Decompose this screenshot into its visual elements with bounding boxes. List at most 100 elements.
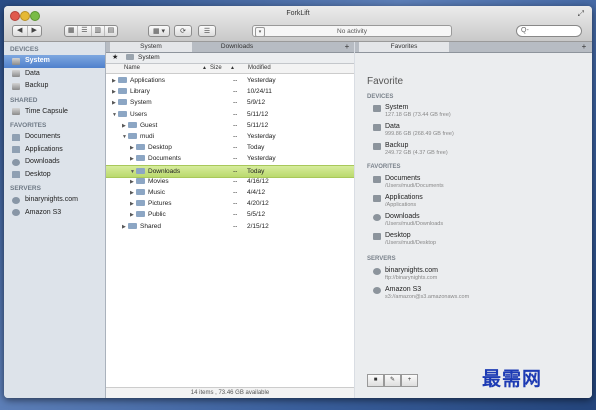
fav-item-name: Amazon S3: [385, 286, 422, 293]
file-size-cell: --: [233, 121, 238, 129]
table-row[interactable]: ▼ Users -- 5/11/12: [106, 109, 354, 120]
file-name-cell: ▶ Guest: [122, 120, 157, 132]
file-modified-cell: 10/24/11: [247, 88, 272, 96]
add-tab-button[interactable]: +: [342, 42, 352, 52]
star-icon[interactable]: ★: [112, 53, 118, 61]
disk-icon: [126, 54, 134, 60]
sidebar-item-amazon-s3[interactable]: Amazon S3: [4, 207, 105, 220]
coverflow-view-icon[interactable]: ▤: [105, 26, 117, 36]
sidebar-item-desktop[interactable]: Desktop: [4, 169, 105, 182]
file-modified-cell: 5/5/12: [247, 211, 266, 219]
fav-item-downloads[interactable]: Downloads/Users/mudi/Downloads: [373, 213, 573, 227]
file-name-label: Guest: [140, 121, 158, 129]
table-row[interactable]: ▶ System -- 5/9/12: [106, 97, 354, 108]
activity-status: No activity: [337, 28, 367, 35]
sync-button[interactable]: ⟳: [174, 25, 192, 37]
file-size-cell: --: [233, 88, 238, 96]
file-modified-cell: 4/20/12: [247, 200, 269, 208]
file-modified-cell: Yesterday: [247, 133, 276, 140]
add-favorite-button[interactable]: +: [401, 374, 418, 387]
applications-icon: [373, 195, 381, 202]
list-view-icon[interactable]: ☰: [78, 26, 92, 36]
icon-view-icon[interactable]: ▦: [65, 26, 79, 36]
file-modified-cell: 2/15/12: [247, 222, 269, 230]
folder-icon: [118, 88, 127, 95]
sidebar-item-system[interactable]: System: [4, 55, 105, 68]
table-row[interactable]: ▶ Public -- 5/5/12: [106, 209, 354, 220]
folder-icon: [136, 189, 145, 195]
sidebar-header-shared: SHARED: [10, 96, 38, 104]
column-size[interactable]: Size: [210, 65, 222, 71]
info-button[interactable]: ☰: [198, 25, 216, 37]
file-name-cell: ▶ Applications: [112, 75, 165, 87]
fav-item-desktop[interactable]: Desktop/Users/mudi/Desktop: [373, 232, 573, 246]
fav-item-amazon-s3[interactable]: Amazon S3 s3://amazon@s3.amazonaws.com: [373, 286, 573, 300]
table-row[interactable]: ▶ Music -- 4/4/12: [106, 187, 354, 198]
sort-icon: ▲: [202, 65, 207, 71]
file-name-cell: ▶ Music: [130, 187, 165, 199]
folder-icon: [136, 200, 145, 207]
sidebar-item-time-capsule[interactable]: Time Capsule: [4, 106, 105, 119]
sidebar-item-label: Data: [25, 69, 40, 77]
file-modified-cell: Yesterday: [247, 155, 276, 163]
fav-item-backup[interactable]: Backup 249.72 GB (4.37 GB free): [373, 142, 573, 156]
table-row[interactable]: ▶ Applications -- Yesterday: [106, 75, 354, 86]
column-modified[interactable]: Modified: [248, 65, 271, 71]
fav-item-documents[interactable]: Documents/Users/mudi/Documents: [373, 175, 573, 189]
table-row[interactable]: ▼ mudi -- Yesterday: [106, 131, 354, 142]
folder-icon: [128, 222, 137, 229]
tab-downloads[interactable]: Downloads: [196, 42, 278, 52]
sidebar-item-data[interactable]: Data: [4, 68, 105, 81]
table-row[interactable]: ▶ Movies -- 4/16/12: [106, 176, 354, 187]
add-favorite-tab-button[interactable]: +: [579, 42, 589, 52]
sort-icon: ▲: [230, 65, 235, 71]
sidebar-item-applications[interactable]: Applications: [4, 144, 105, 157]
fav-item-detail: s3://amazon@s3.amazonaws.com: [385, 294, 470, 300]
tab-favorites[interactable]: Favorites: [359, 42, 449, 52]
folder-icon: [136, 211, 145, 218]
path-bar: ★ System: [106, 53, 354, 64]
sidebar-item-backup[interactable]: Backup: [4, 80, 105, 93]
action-menu-button[interactable]: ▦ ▾: [148, 25, 170, 37]
fav-item-data[interactable]: Data 999.86 GB (268.49 GB free): [373, 123, 573, 137]
folder-button[interactable]: ■: [367, 374, 384, 387]
file-size-cell: --: [233, 200, 238, 208]
sidebar-item-downloads[interactable]: Downloads: [4, 156, 105, 169]
window-title: ForkLift: [286, 10, 310, 17]
sidebar-item-label: Backup: [25, 82, 49, 89]
path-segment-system[interactable]: System: [138, 54, 160, 61]
pane-tab-bar: System Downloads +: [106, 42, 354, 53]
folder-icon: [118, 110, 127, 117]
forward-button[interactable]: ▶: [28, 26, 42, 36]
activity-field[interactable]: ▾ No activity: [252, 25, 452, 37]
tab-system[interactable]: System: [110, 42, 192, 52]
fav-item-system[interactable]: System 127.18 GB (73.44 GB free): [373, 104, 573, 118]
column-name[interactable]: Name: [124, 65, 140, 71]
sidebar-item-documents[interactable]: Documents: [4, 131, 105, 144]
file-modified-cell: Today: [247, 144, 265, 152]
fav-item-applications[interactable]: Applications/Applications: [373, 194, 573, 208]
folder-icon: [128, 133, 137, 139]
search-input[interactable]: Q-: [516, 25, 582, 37]
table-row[interactable]: ▶ Shared -- 2/15/12: [106, 221, 354, 232]
favorites-panel: Favorites + Favorite DEVICES System 127.1…: [355, 42, 592, 398]
file-name-label: Public: [148, 211, 166, 219]
activity-dropdown-icon[interactable]: ▾: [255, 27, 265, 37]
edit-button[interactable]: ✎: [384, 374, 401, 387]
back-button[interactable]: ◀: [13, 26, 28, 36]
fav-item-name: Desktop: [385, 232, 411, 239]
nav-back-forward: ◀ ▶: [12, 25, 42, 37]
column-view-icon[interactable]: ▥: [92, 26, 105, 36]
table-row[interactable]: ▶ Documents -- Yesterday: [106, 153, 354, 164]
fav-item-binarynights[interactable]: binarynights.com ftp://binarynights.com: [373, 267, 573, 281]
file-modified-cell: 5/11/12: [247, 121, 269, 129]
sidebar-item-binarynights[interactable]: binarynights.com: [4, 194, 105, 207]
table-row[interactable]: ▶ Desktop -- Today: [106, 142, 354, 153]
fullscreen-icon[interactable]: ⤢: [578, 9, 584, 19]
table-row[interactable]: ▶ Library -- 10/24/11: [106, 86, 354, 97]
table-row[interactable]: ▶ Guest -- 5/11/12: [106, 120, 354, 131]
file-size-cell: --: [233, 189, 238, 196]
table-row[interactable]: ▶ Pictures -- 4/20/12: [106, 198, 354, 209]
folder-icon: [136, 155, 145, 162]
file-size-cell: --: [233, 177, 238, 185]
